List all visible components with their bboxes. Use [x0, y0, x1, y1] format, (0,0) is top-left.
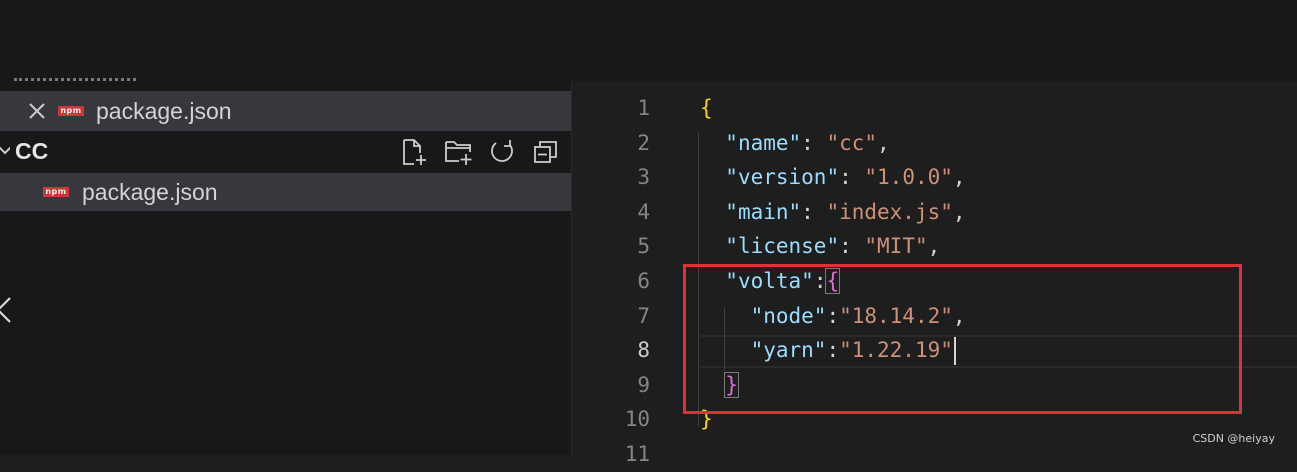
npm-icon: npm — [58, 106, 84, 116]
code-token: , — [952, 165, 966, 190]
code-line[interactable]: 4 "main": "index.js", — [572, 195, 1297, 230]
code-token: "main" — [725, 199, 802, 224]
code-token: , — [927, 234, 941, 259]
folder-header[interactable]: CC — [0, 132, 571, 170]
new-file-icon[interactable] — [401, 138, 429, 166]
line-code: "name": "cc", — [700, 126, 890, 161]
code-token: "index.js" — [826, 199, 953, 224]
code-token: { — [700, 96, 713, 120]
code-line[interactable]: 5 "license": "MIT", — [572, 229, 1297, 264]
close-icon[interactable] — [27, 101, 47, 121]
line-code: "version": "1.0.0", — [700, 160, 966, 195]
line-number: 7 — [637, 303, 650, 328]
watermark: CSDN @heiyay — [1192, 432, 1275, 445]
explorer-file-item[interactable]: npm package.json — [0, 173, 571, 211]
code-line[interactable]: 3 "version": "1.0.0", — [572, 160, 1297, 195]
code-line[interactable]: 1{ — [572, 91, 1297, 126]
line-number: 3 — [637, 165, 650, 190]
line-number: 5 — [637, 234, 650, 259]
code-token: , — [952, 199, 966, 224]
line-number: 6 — [637, 269, 650, 293]
open-editor-label: package.json — [96, 98, 232, 124]
collapse-all-icon[interactable] — [533, 138, 559, 166]
code-line[interactable]: 2 "name": "cc", — [572, 126, 1297, 161]
annotation-highlight-box — [683, 264, 1242, 414]
line-code: "license": "MIT", — [700, 229, 940, 264]
line-number: 4 — [637, 199, 650, 224]
file-label: package.json — [82, 179, 218, 205]
line-code: { — [700, 91, 713, 126]
line-number: 11 — [624, 442, 650, 466]
code-token: "MIT" — [864, 234, 928, 259]
folder-name: CC — [15, 138, 49, 164]
line-number: 2 — [637, 130, 650, 155]
refresh-icon[interactable] — [488, 138, 516, 166]
title-bar — [0, 0, 1297, 81]
new-folder-icon[interactable] — [444, 138, 474, 166]
code-token: "1.0.0" — [864, 165, 953, 190]
code-token: : — [839, 165, 865, 190]
line-code: "main": "index.js", — [700, 195, 966, 230]
code-token: "cc" — [826, 130, 878, 155]
npm-icon: npm — [43, 187, 69, 197]
line-number: 10 — [624, 407, 650, 432]
code-line[interactable]: 11 — [572, 437, 1297, 472]
open-editor-item[interactable]: npm package.json — [0, 91, 571, 131]
chevron-down-icon[interactable] — [0, 144, 10, 158]
code-token: : — [801, 199, 827, 224]
code-token: , — [877, 130, 890, 155]
code-token: "license" — [725, 234, 840, 259]
open-editors-header — [14, 70, 136, 82]
code-token: : — [801, 130, 827, 155]
line-number: 1 — [637, 96, 650, 120]
line-number: 8 — [637, 338, 650, 363]
chevron-left-icon[interactable] — [0, 296, 12, 324]
code-token: : — [839, 234, 865, 259]
line-number: 9 — [637, 372, 650, 397]
code-token: "version" — [725, 165, 840, 190]
code-token: "name" — [725, 130, 802, 155]
